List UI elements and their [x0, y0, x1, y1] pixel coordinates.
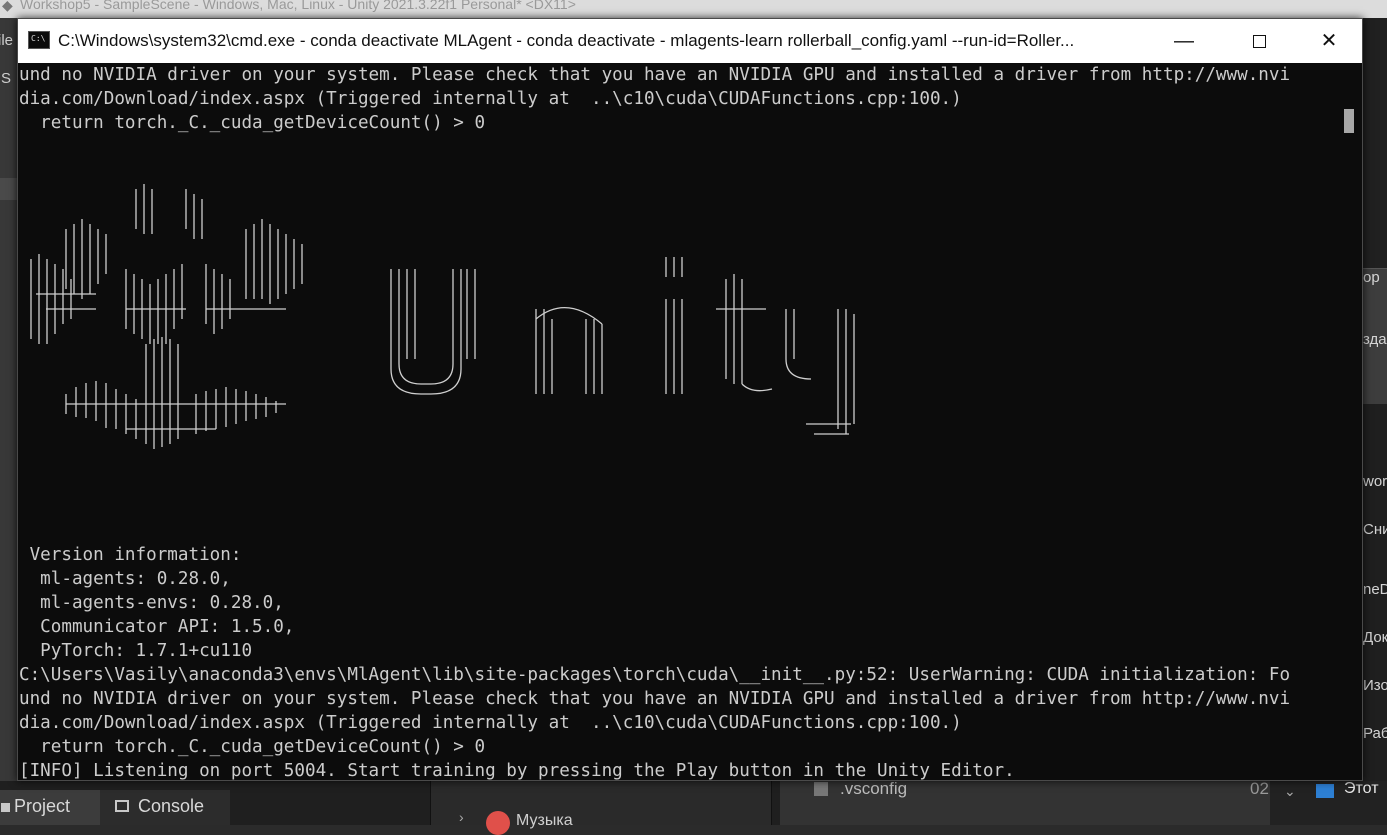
right-item[interactable]: Сни: [1363, 521, 1387, 538]
file-list: .vsconfig 02: [780, 779, 1270, 825]
folder-icon: [1, 803, 10, 812]
right-item[interactable]: Раб: [1363, 725, 1387, 742]
unity-editor-titlebar: ◆ Workshop5 - SampleScene - Windows, Mac…: [0, 0, 1387, 18]
terminal-line: Communicator API: 1.5.0,: [19, 617, 295, 637]
terminal-line: Version information:: [19, 545, 242, 565]
right-item[interactable]: Изо: [1363, 677, 1387, 694]
console-icon: [115, 800, 129, 812]
unity-editor-title: Workshop5 - SampleScene - Windows, Mac, …: [20, 0, 576, 12]
unity-bottom-area: Project Console › Музыка .vsconfig 02 ⌄ …: [0, 779, 1387, 835]
terminal-line: C:\Users\Vasily\anaconda3\envs\MlAgent\l…: [19, 665, 1291, 685]
scrollbar-thumb[interactable]: [1344, 109, 1354, 133]
cmd-window[interactable]: C:\ C:\Windows\system32\cmd.exe - conda …: [17, 18, 1363, 781]
cmd-titlebar[interactable]: C:\ C:\Windows\system32\cmd.exe - conda …: [18, 19, 1362, 63]
unity-left-partial-label: ile: [0, 32, 14, 49]
tab-console[interactable]: Console: [100, 790, 230, 825]
terminal-output[interactable]: und no NVIDIA driver on your system. Ple…: [18, 63, 1340, 780]
terminal-line: return torch._C._cuda_getDeviceCount() >…: [19, 737, 486, 757]
minimize-button[interactable]: —: [1149, 19, 1219, 63]
tab-project-label: Project: [14, 796, 71, 816]
unity-wordmark: [390, 257, 855, 435]
music-folder-icon: [486, 811, 510, 835]
explorer-item-music[interactable]: Музыка: [516, 812, 573, 830]
chevron-down-icon[interactable]: ⌄: [1284, 783, 1296, 800]
unity-left-partial-label-2: S: [1, 70, 12, 87]
terminal-scrollbar[interactable]: [1340, 63, 1362, 780]
chevron-right-icon[interactable]: ›: [459, 809, 464, 825]
terminal-line: dia.com/Download/index.aspx (Triggered i…: [19, 713, 962, 733]
nav-item-this-pc[interactable]: Этот: [1344, 780, 1379, 798]
unity-left-panel: ile S: [0, 18, 17, 788]
terminal-line: [INFO] Listening on port 5004. Start tra…: [19, 761, 1015, 780]
file-name-vsconfig[interactable]: .vsconfig: [840, 779, 907, 799]
explorer-tree: › Музыка: [430, 781, 772, 835]
file-date: 02: [1250, 779, 1269, 798]
this-pc-icon: [1316, 784, 1334, 798]
right-item[interactable]: ор: [1363, 269, 1380, 286]
tab-project[interactable]: Project: [0, 790, 100, 825]
right-item[interactable]: wor: [1363, 473, 1387, 490]
unity-left-selected-row[interactable]: [0, 178, 17, 200]
unity-logo-icon: ◆: [2, 0, 13, 13]
terminal-line: ml-agents: 0.28.0,: [19, 569, 231, 589]
terminal-line: dia.com/Download/index.aspx (Triggered i…: [19, 89, 962, 109]
terminal-line: und no NVIDIA driver on your system. Ple…: [19, 689, 1291, 709]
maximize-icon: [1252, 35, 1266, 49]
terminal-line: ml-agents-envs: 0.28.0,: [19, 593, 284, 613]
close-icon: ✕: [1320, 30, 1338, 52]
terminal-line: return torch._C._cuda_getDeviceCount() >…: [19, 113, 486, 133]
right-panel-mid: ор зда: [1363, 268, 1387, 404]
unity-right-panel: ор зда wor Сни neD Док Изо Раб: [1363, 18, 1387, 788]
right-item[interactable]: neD: [1363, 581, 1387, 598]
maximize-button[interactable]: [1224, 19, 1294, 63]
tab-console-label: Console: [138, 796, 205, 816]
terminal-line: und no NVIDIA driver on your system. Ple…: [19, 65, 1291, 85]
unity-cube-logo-icon: [30, 184, 303, 449]
file-icon: [814, 782, 828, 796]
unity-ascii-logo: [30, 184, 855, 449]
close-button[interactable]: ✕: [1294, 19, 1364, 63]
right-item[interactable]: Док: [1363, 629, 1387, 646]
nav-pane: ⌄ Этот: [1270, 780, 1387, 825]
cmd-icon: C:\: [28, 31, 50, 49]
right-panel-top: [1363, 18, 1387, 268]
minimize-icon: —: [1174, 30, 1194, 52]
terminal-line: PyTorch: 1.7.1+cu110: [19, 641, 253, 661]
cmd-window-title: C:\Windows\system32\cmd.exe - conda deac…: [58, 31, 1075, 50]
right-item[interactable]: зда: [1363, 331, 1387, 348]
